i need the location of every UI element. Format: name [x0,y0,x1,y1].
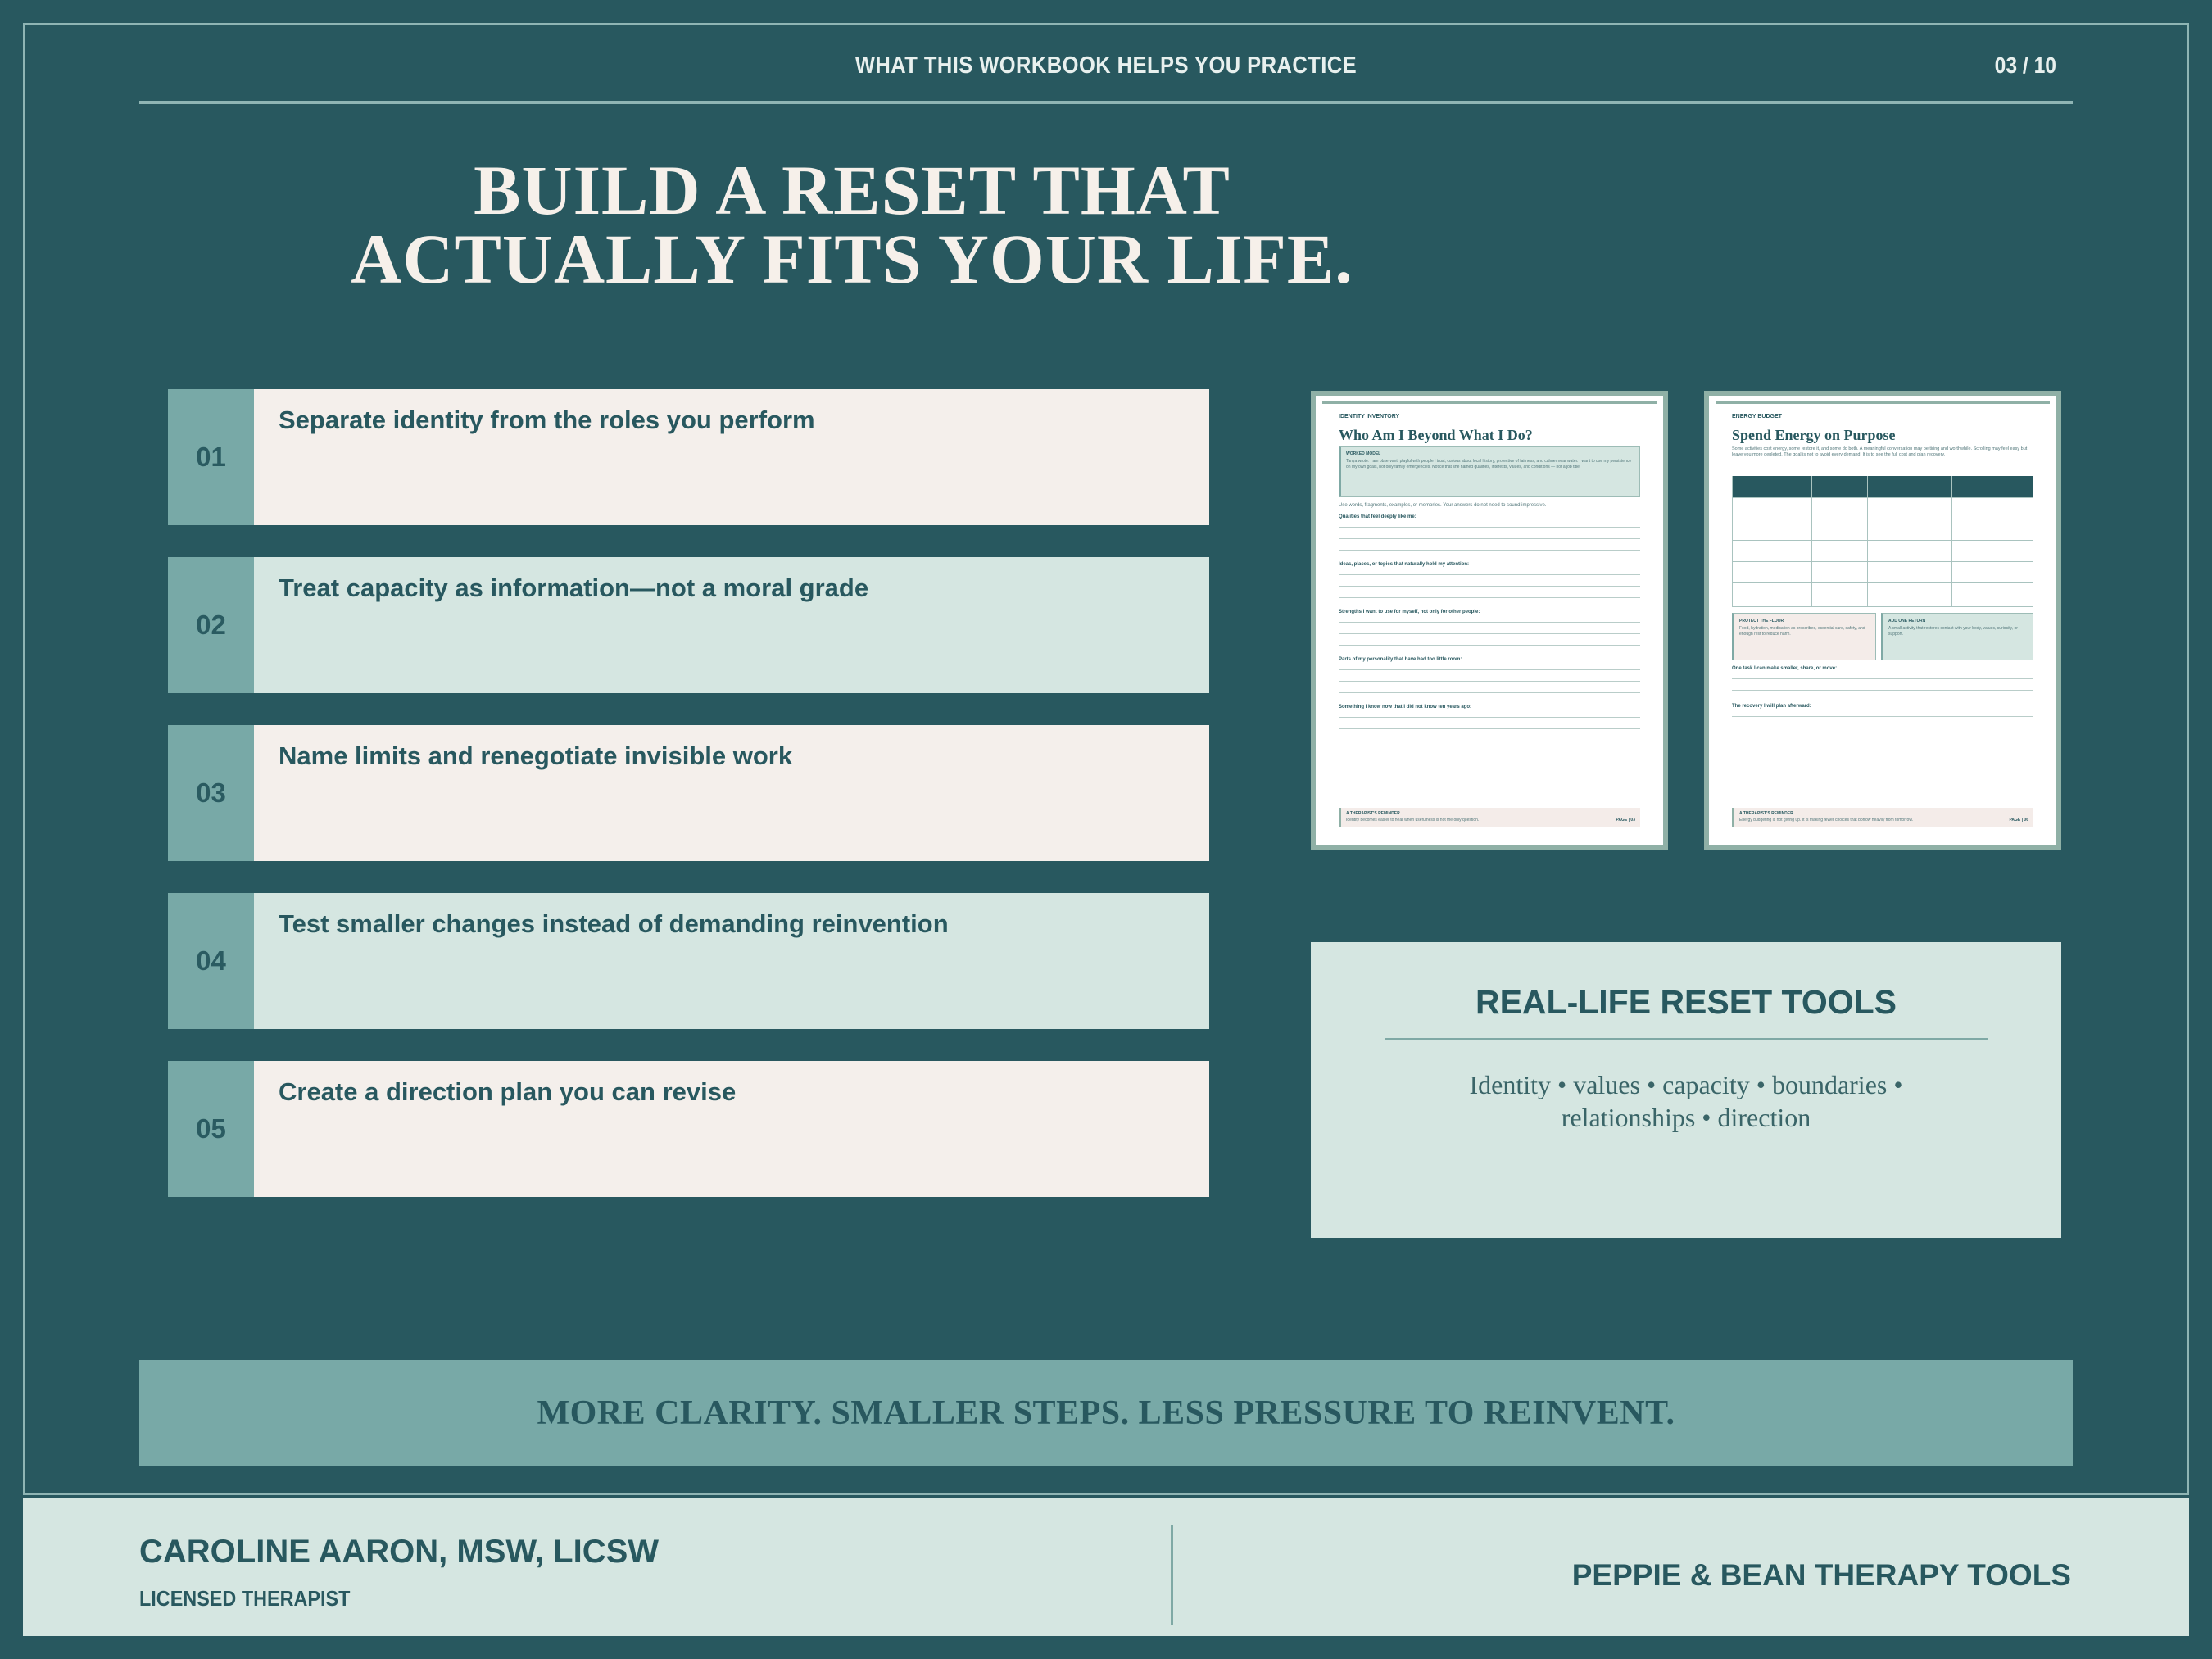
add-return-label: ADD ONE RETURN [1888,619,1926,623]
preview-footer-page: PAGE | 03 [1616,818,1635,823]
tools-card: REAL-LIFE RESET TOOLS Identity • values … [1311,942,2061,1238]
prompt-label: Strengths I want to use for myself, not … [1339,610,1480,614]
prompt-label: One task I can make smaller, share, or m… [1732,666,1838,671]
preview-footer: A THERAPIST'S REMINDER Identity becomes … [1339,808,1640,827]
protect-floor-label: PROTECT THE FLOOR [1739,619,1784,623]
tools-line-2: relationships • direction [1561,1103,1811,1132]
table-col [1811,476,1812,607]
footer-divider [1171,1525,1173,1625]
prompt-label: Something I know now that I did not know… [1339,705,1472,709]
prompt-label: Qualities that feel deeply like me: [1339,514,1416,519]
preview-footer-text: Identity becomes easier to hear when use… [1346,818,1480,823]
write-line [1339,586,1640,587]
page-footer: CAROLINE AARON, MSW, LICSW LICENSED THER… [23,1498,2189,1636]
author-role: LICENSED THERAPIST [139,1586,351,1611]
section-title: WHAT THIS WORKBOOK HELPS YOU PRACTICE [854,52,1358,79]
write-line [1339,550,1640,551]
table-col [1951,476,1952,607]
write-line [1339,574,1640,575]
preview-title: Who Am I Beyond What I Do? [1339,427,1533,443]
preview-footer-label: A THERAPIST'S REMINDER [1346,811,1400,816]
write-line [1339,692,1640,693]
preview-footer-page: PAGE | 06 [2009,818,2028,823]
step-text: Name limits and renegotiate invisible wo… [254,725,1209,861]
write-line [1339,717,1640,718]
prompt-label: Ideas, places, or topics that naturally … [1339,562,1470,567]
table-col [1732,476,1733,607]
table-col [1867,476,1868,607]
step-item-4: 04 Test smaller changes instead of deman… [168,893,1209,1029]
headline-line-2: ACTUALLY FITS YOUR LIFE. [351,220,1353,298]
tagline-banner: MORE CLARITY. SMALLER STEPS. LESS PRESSU… [139,1360,2073,1466]
worked-model-label: WORKED MODEL [1346,451,1381,456]
add-return-text: A small activity that restores contact w… [1888,626,2018,637]
table-row [1732,540,2033,541]
preview-footer-label: A THERAPIST'S REMINDER [1739,811,1793,816]
write-line [1339,527,1640,528]
preview-intro: Some activities cost energy, some restor… [1732,446,2028,457]
preview-top-rule [1322,401,1657,404]
write-line [1339,669,1640,670]
worksheet-preview-identity: IDENTITY INVENTORY Who Am I Beyond What … [1311,391,1668,850]
protect-floor-text: Food, hydration, medication as prescribe… [1739,626,1865,637]
preview-title: Spend Energy on Purpose [1732,427,1896,443]
table-row [1732,561,2033,562]
preview-kicker: ENERGY BUDGET [1732,414,1782,419]
preview-footer-text: Energy budgeting is not giving up. It is… [1739,818,1914,823]
write-line [1339,633,1640,634]
step-item-1: 01 Separate identity from the roles you … [168,389,1209,525]
page-number: 03 / 10 [1994,52,2056,78]
step-item-5: 05 Create a direction plan you can revis… [168,1061,1209,1197]
write-line [1339,538,1640,539]
table-row [1732,497,2033,498]
write-line [1339,622,1640,623]
prompt-label: The recovery I will plan afterward: [1732,704,1811,709]
step-text: Treat capacity as information—not a mora… [254,557,1209,693]
write-line [1732,716,2033,717]
main-headline: BUILD A RESET THAT ACTUALLY FITS YOUR LI… [279,155,1426,294]
step-text: Test smaller changes instead of demandin… [254,893,1209,1029]
tools-list: Identity • values • capacity • boundarie… [1376,1068,1996,1134]
step-number: 04 [168,893,254,1029]
write-line [1732,678,2033,679]
write-line [1339,728,1640,729]
step-item-3: 03 Name limits and renegotiate invisible… [168,725,1209,861]
author-name: CAROLINE AARON, MSW, LICSW [139,1534,660,1570]
tools-title: REAL-LIFE RESET TOOLS [1475,983,1897,1021]
step-number: 03 [168,725,254,861]
tools-line-1: Identity • values • capacity • boundarie… [1469,1070,1903,1099]
write-line [1339,597,1640,598]
preview-top-rule [1716,401,2050,404]
worked-model-text: Tanya wrote: I am observant, playful wit… [1346,459,1632,469]
energy-table-header [1732,476,2033,497]
step-number: 05 [168,1061,254,1197]
step-text: Create a direction plan you can revise [254,1061,1209,1197]
headline-line-1: BUILD A RESET THAT [474,151,1231,229]
step-text: Separate identity from the roles you per… [254,389,1209,525]
preview-kicker: IDENTITY INVENTORY [1339,414,1400,419]
table-row [1732,606,2033,607]
write-line [1339,681,1640,682]
preview-footer: A THERAPIST'S REMINDER Energy budgeting … [1732,808,2033,827]
step-item-2: 02 Treat capacity as information—not a m… [168,557,1209,693]
step-number: 02 [168,557,254,693]
brand-name: PEPPIE & BEAN THERAPY TOOLS [1571,1558,2071,1592]
write-line [1339,645,1640,646]
table-row [1732,582,2033,583]
prompt-label: Parts of my personality that have had to… [1339,657,1462,662]
energy-table [1732,476,2033,607]
header-divider [139,101,2073,104]
tools-divider [1385,1038,1988,1040]
step-number: 01 [168,389,254,525]
tagline-text: MORE CLARITY. SMALLER STEPS. LESS PRESSU… [537,1394,1675,1432]
worksheet-preview-energy: ENERGY BUDGET Spend Energy on Purpose So… [1704,391,2061,850]
write-line [1732,690,2033,691]
protect-floor-box: PROTECT THE FLOOR Food, hydration, medic… [1732,613,1876,660]
add-return-box: ADD ONE RETURN A small activity that res… [1881,613,2033,660]
worked-model-box: WORKED MODEL Tanya wrote: I am observant… [1339,446,1640,497]
preview-intro: Use words, fragments, examples, or memor… [1339,503,1547,508]
